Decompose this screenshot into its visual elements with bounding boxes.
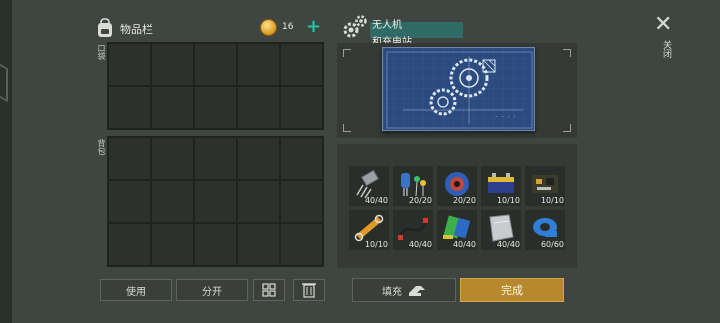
coin-icon [260, 19, 277, 36]
material-count: 10/10 [364, 240, 388, 249]
solar-panel-icon [443, 215, 471, 239]
inventory-slot[interactable] [238, 138, 279, 179]
close-label[interactable]: 关闭 [660, 40, 673, 58]
grid-sort-icon [262, 283, 276, 297]
inventory-title: 物品栏 [120, 23, 153, 36]
add-coins-button[interactable]: + [306, 16, 321, 37]
blueprint-image: - - - - [382, 47, 535, 131]
material-slot[interactable]: 60/60 [525, 210, 565, 250]
inventory-slot[interactable] [281, 224, 322, 265]
inventory-header: 物品栏 16 + [96, 16, 326, 40]
frame-corner [343, 49, 351, 57]
hydraulic-cylinder-icon [354, 214, 384, 242]
backpack-label: 背包 [97, 139, 106, 155]
inventory-slot[interactable] [152, 87, 193, 128]
frame-corner [343, 124, 351, 132]
material-slot[interactable]: 40/40 [349, 166, 389, 206]
frame-corner [563, 49, 571, 57]
inventory-slot[interactable] [195, 87, 236, 128]
inventory-slot[interactable] [152, 138, 193, 179]
inventory-slot[interactable] [152, 181, 193, 222]
inventory-slot[interactable] [238, 224, 279, 265]
material-count: 20/20 [408, 196, 432, 205]
use-button[interactable]: 使用 [100, 279, 172, 301]
inventory-slot[interactable] [238, 44, 279, 85]
backpack-icon [98, 18, 112, 37]
coin-count: 16 [282, 22, 294, 32]
material-slot[interactable]: 40/40 [393, 210, 433, 250]
hand-fill-icon [409, 286, 425, 296]
screen-edge [0, 0, 12, 323]
inventory-slot[interactable] [152, 224, 193, 265]
battery-icon [488, 173, 514, 193]
inventory-slot[interactable] [281, 44, 322, 85]
frame-corner [563, 124, 571, 132]
material-slot[interactable]: 10/10 [525, 166, 565, 206]
pocket-label: 口袋 [97, 44, 106, 60]
done-button[interactable]: 完成 [460, 278, 564, 302]
cable-icon [398, 218, 428, 240]
inventory-slot[interactable] [281, 87, 322, 128]
material-count: 60/60 [540, 240, 564, 249]
metal-sheet-icon [489, 214, 514, 242]
inventory-slot[interactable] [195, 138, 236, 179]
inventory-slot[interactable] [109, 44, 150, 85]
material-count: 40/40 [408, 240, 432, 249]
close-icon[interactable]: ✕ [654, 12, 672, 37]
material-slot[interactable]: 40/40 [437, 210, 477, 250]
material-count: 40/40 [452, 240, 476, 249]
trash-button[interactable] [293, 279, 325, 301]
material-slot[interactable]: 20/20 [437, 166, 477, 206]
inventory-slot[interactable] [195, 181, 236, 222]
edge-notch [0, 55, 8, 103]
backpack-grid [107, 136, 324, 267]
blueprint-name-line1: 无人机 [372, 20, 402, 31]
inventory-slot[interactable] [281, 138, 322, 179]
inventory-slot[interactable] [109, 181, 150, 222]
material-count: 10/10 [496, 196, 520, 205]
material-count: 10/10 [540, 196, 564, 205]
capacitor-icon [401, 173, 426, 197]
gears-icon [343, 15, 367, 38]
transistor-icon [356, 169, 380, 199]
material-count: 40/40 [364, 196, 388, 205]
inventory-slot[interactable] [195, 224, 236, 265]
duct-tape-icon [533, 218, 557, 237]
circuit-board-icon [532, 175, 558, 193]
split-button[interactable]: 分开 [176, 279, 248, 301]
inventory-slot[interactable] [195, 44, 236, 85]
fill-button[interactable]: 填充 [352, 278, 456, 302]
inventory-slot[interactable] [152, 44, 193, 85]
inventory-slot[interactable] [109, 87, 150, 128]
material-slot[interactable]: 20/20 [393, 166, 433, 206]
material-slot[interactable]: 40/40 [481, 210, 521, 250]
svg-text:- - - -: - - - - [495, 114, 516, 120]
material-slot[interactable]: 10/10 [349, 210, 389, 250]
inventory-slot[interactable] [238, 181, 279, 222]
pocket-grid [107, 42, 324, 130]
inventory-slot[interactable] [109, 138, 150, 179]
inventory-slot[interactable] [238, 87, 279, 128]
trash-icon [302, 283, 316, 298]
material-count: 20/20 [452, 196, 476, 205]
material-count: 40/40 [496, 240, 520, 249]
wire-spool-icon [445, 172, 469, 196]
inventory-slot[interactable] [281, 181, 322, 222]
material-slot[interactable]: 10/10 [481, 166, 521, 206]
fill-label: 填充 [382, 286, 402, 298]
sort-button[interactable] [253, 279, 285, 301]
inventory-slot[interactable] [109, 224, 150, 265]
